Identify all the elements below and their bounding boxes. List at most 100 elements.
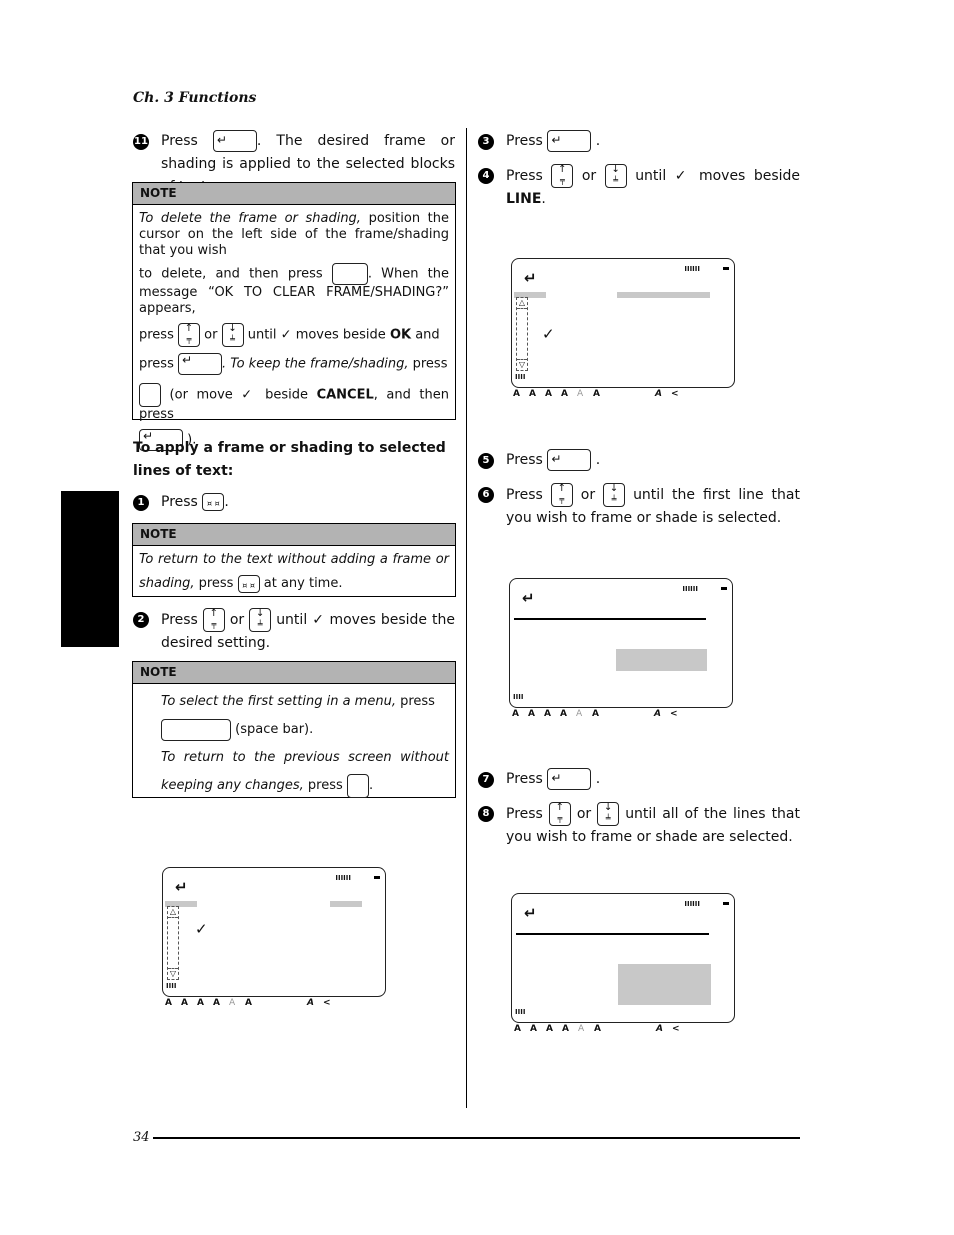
step-number: 1 [133, 495, 149, 511]
indicator-bold: A [528, 709, 535, 719]
lcd-indicators: A A A A A A A < [165, 998, 339, 1008]
code-key-icon: ¤ ¤ [237, 574, 260, 593]
press-label: Press [161, 612, 198, 628]
step-8: 8 Press ↑ ╤ or ↓ ╧ until all of the lines … [478, 802, 800, 849]
checkmark-icon: ✓ [542, 325, 555, 343]
indicator-shadow: A [561, 389, 568, 399]
line-indicator-icon: IIII [166, 982, 177, 990]
note-italic: To select the first setting in a menu, [161, 694, 396, 709]
step-number: 5 [478, 453, 494, 469]
indicator-bold: A [181, 998, 188, 1008]
or-text: or [229, 612, 245, 628]
indicator-italic: A [656, 1024, 663, 1034]
indicator-normal: A [514, 1024, 521, 1034]
down-arrow-key-icon: ↓ ╧ [603, 483, 626, 507]
lcd-indicators: A A A A A A A < [512, 709, 686, 719]
indicator-italic: A [654, 709, 661, 719]
enter-key-icon: ↵ [178, 353, 222, 375]
indicator-italic: A [307, 998, 314, 1008]
footer-rule [153, 1137, 800, 1139]
enter-key-icon: ↵ [212, 130, 257, 152]
text-line-rule [514, 618, 706, 620]
indicator-light: A [229, 998, 236, 1008]
or-text: or [581, 168, 597, 184]
section-subheading: To apply a frame or shading to selected … [133, 440, 446, 479]
note-text: press [395, 694, 435, 709]
scroll-down-icon: ▽ [517, 359, 527, 369]
enter-icon: ↵ [524, 269, 537, 287]
note-return-text: NOTE To return to the text without addin… [132, 523, 456, 597]
tape-indicator-icon: IIIIII [684, 900, 700, 908]
down-arrow-key-icon: ↓ ╧ [597, 802, 620, 826]
period: . [224, 494, 229, 510]
indicator-bold: A [529, 389, 536, 399]
note-title: NOTE [133, 662, 455, 684]
up-arrow-key-icon: ↑ ╤ [551, 164, 574, 188]
line-indicator-icon: IIII [515, 1008, 526, 1016]
down-arrow-key-icon: ↓ ╧ [604, 164, 627, 188]
cancel-key-icon [346, 773, 369, 798]
selected-lines-highlight [618, 964, 711, 1005]
indicator-normal: A [165, 998, 172, 1008]
indicator-style: A [593, 389, 600, 399]
or-text: or [576, 806, 592, 822]
indicator-shadow: A [562, 1024, 569, 1034]
lcd-indicators: A A A A A A A < [514, 1024, 688, 1034]
indicator-normal: A [513, 389, 520, 399]
up-arrow-key-icon: ↑ ╤ [178, 323, 200, 347]
page-number: 34 [133, 1130, 150, 1145]
line-indicator-icon: IIII [515, 373, 526, 381]
period: . [595, 452, 601, 468]
scroll-indicator: △ ▽ [516, 297, 528, 371]
step-3: 3 Press ↵ . [478, 130, 800, 153]
press-label: Press [506, 133, 543, 149]
space-bar-key-icon [161, 718, 231, 741]
checkmark-icon: ✓ [195, 920, 208, 938]
indicator-normal: A [512, 709, 519, 719]
indicator-arrow: < [670, 709, 678, 719]
step-7: 7 Press ↵ . [478, 768, 800, 791]
indicator-style: A [594, 1024, 601, 1034]
indicator-shadow: A [560, 709, 567, 719]
step-2: 2 Press ↑ ╤ or ↓ ╧ until ✓ moves beside th… [133, 608, 455, 655]
or-text: or [580, 487, 596, 503]
step-number: 8 [478, 806, 494, 822]
step-number: 2 [133, 612, 149, 628]
chapter-side-tab [61, 491, 119, 647]
indicator-outline: A [544, 709, 551, 719]
step-4: 4 Press ↑ ╤ or ↓ ╧ until ✓ moves beside LI… [478, 164, 800, 211]
indicator-arrow: < [672, 1024, 680, 1034]
indicator-outline: A [545, 389, 552, 399]
up-arrow-key-icon: ↑ ╤ [548, 802, 571, 826]
press-label: Press [506, 771, 543, 787]
note-title: NOTE [133, 524, 455, 546]
note-text: press [194, 576, 234, 591]
scroll-down-icon: ▽ [168, 968, 178, 978]
indicator-light: A [578, 1024, 585, 1034]
period: . [595, 771, 601, 787]
step-number: 4 [478, 168, 494, 184]
code-key-icon: ¤ ¤ [202, 493, 225, 511]
step-5: 5 Press ↵ . [478, 449, 800, 472]
enter-key-icon: ↵ [547, 449, 592, 471]
note-text: (or move ✓ beside [169, 387, 309, 403]
note-title: NOTE [133, 183, 455, 205]
lcd-screen-line-option: ↵ IIIIII △ ▽ ✓ IIII [511, 258, 735, 388]
note-italic: . To keep the frame/shading, [222, 356, 409, 372]
status-dash-icon [374, 876, 380, 879]
enter-key-icon: ↵ [547, 130, 592, 152]
lcd-screen-menu: ↵ IIIIII △ ▽ ✓ IIII [162, 867, 386, 997]
period: . [541, 191, 546, 207]
step-number: 3 [478, 134, 494, 150]
scroll-up-icon: △ [168, 907, 178, 918]
status-dash-icon [721, 587, 727, 590]
press-label: Press [161, 494, 198, 510]
down-arrow-key-icon: ↓ ╧ [221, 323, 244, 347]
indicator-shadow: A [213, 998, 220, 1008]
indicator-style: A [245, 998, 252, 1008]
indicator-italic: A [655, 389, 662, 399]
or-text: or [204, 327, 218, 343]
press-label: Press [506, 487, 543, 503]
indicator-arrow: < [323, 998, 331, 1008]
status-dash-icon [723, 902, 729, 905]
